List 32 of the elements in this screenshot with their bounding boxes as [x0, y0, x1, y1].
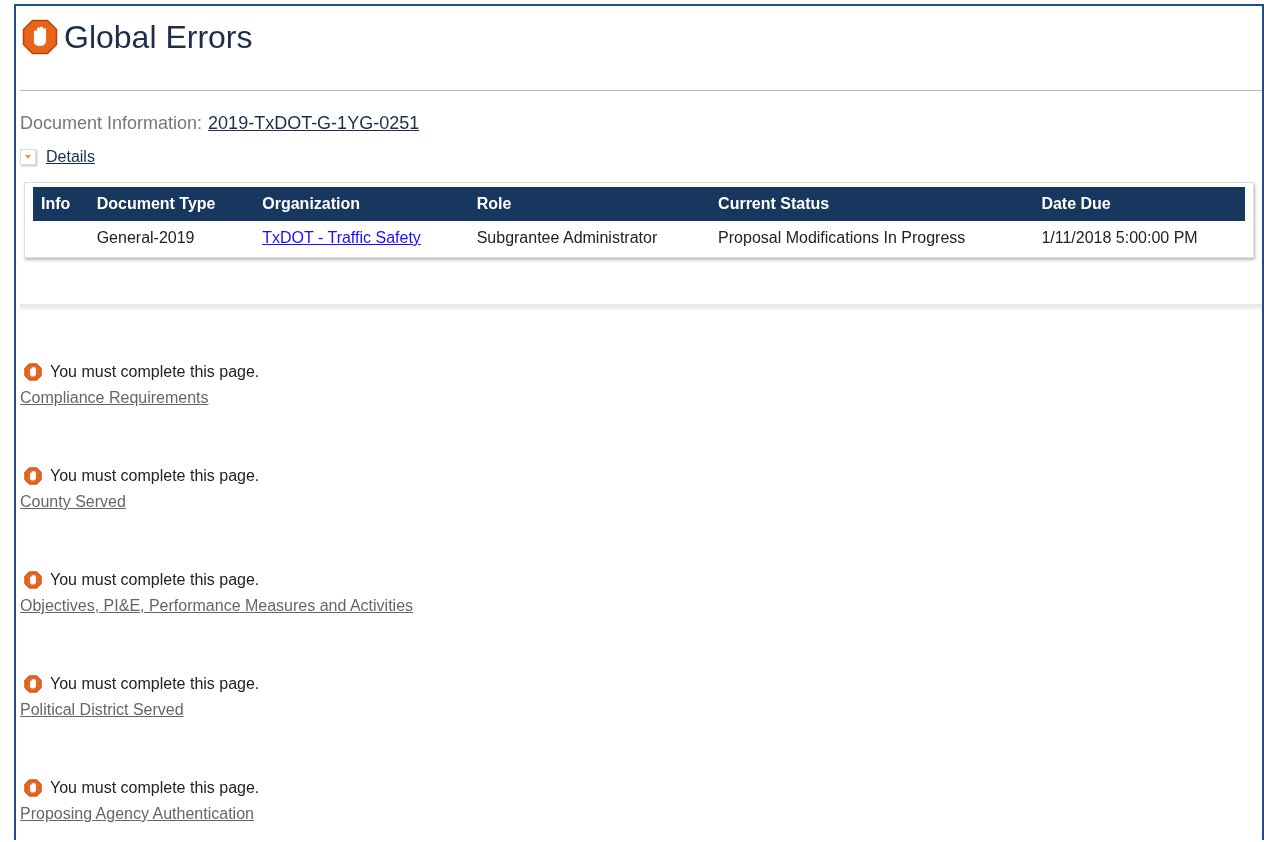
table-cell: Subgrantee Administrator: [476, 229, 658, 246]
column-header: Date Due: [1041, 195, 1111, 212]
error-message: You must complete this page.: [50, 779, 260, 797]
column-header: Role: [476, 195, 512, 212]
page-link[interactable]: Objectives, PI&E, Performance Measures and Activities: [20, 597, 414, 615]
stop-hand-icon: [22, 19, 58, 55]
error-message: You must complete this page.: [50, 571, 260, 589]
error-message: You must complete this page.: [50, 675, 260, 693]
stop-hand-icon: [24, 675, 42, 693]
stop-hand-icon: [24, 571, 42, 589]
details-link[interactable]: Details: [46, 148, 95, 166]
page-link[interactable]: Proposing Agency Authentication: [20, 805, 254, 823]
error-message: You must complete this page.: [50, 467, 260, 485]
page-link[interactable]: County Served: [20, 493, 126, 511]
column-header: Document Type: [96, 195, 216, 212]
stop-hand-icon: [24, 779, 42, 797]
expand-toggle[interactable]: [20, 149, 36, 165]
column-header: Info: [41, 195, 71, 212]
column-header: Organization: [262, 195, 361, 212]
page-title: Global Errors: [64, 18, 253, 56]
document-number-link[interactable]: 2019-TxDOT-G-1YG-0251: [208, 113, 420, 134]
stop-hand-icon: [24, 467, 42, 485]
page-link[interactable]: Political District Served: [20, 701, 184, 719]
table-cell: General-2019: [96, 229, 195, 246]
stop-hand-icon: [24, 363, 42, 381]
column-header: Current Status: [718, 195, 830, 212]
document-information-label: Document Information:: [20, 113, 203, 134]
organization-link[interactable]: TxDOT - Traffic Safety: [262, 229, 421, 246]
table-cell: 1/11/2018 5:00:00 PM: [1041, 229, 1198, 246]
page-link[interactable]: Compliance Requirements: [20, 389, 209, 407]
error-message: You must complete this page.: [50, 363, 260, 381]
table-cell: Proposal Modifications In Progress: [718, 229, 966, 246]
